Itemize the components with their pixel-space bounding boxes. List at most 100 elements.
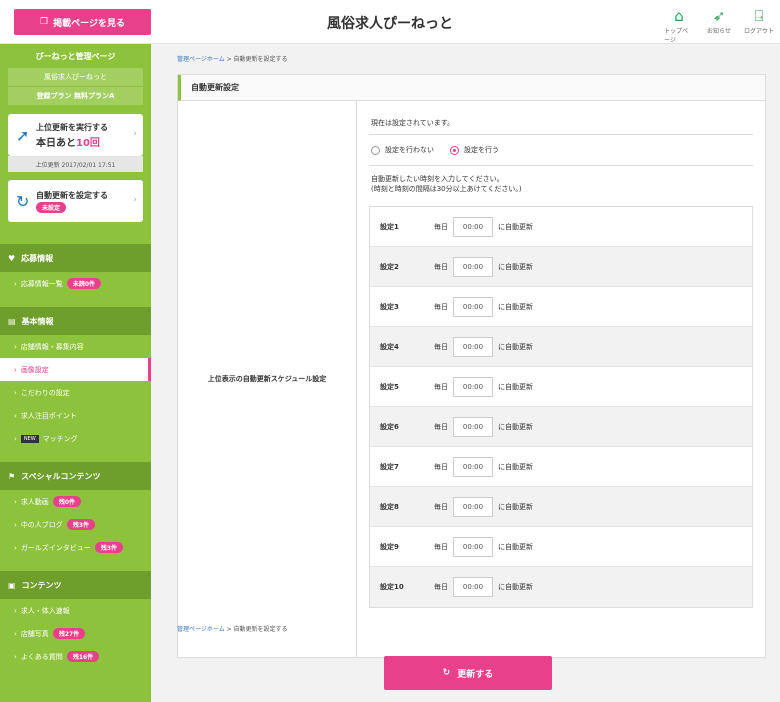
schedule-time-input[interactable]: [453, 216, 493, 237]
schedule-every: 毎日: [434, 382, 448, 391]
shop-name: 風俗求人ぴーねっと: [8, 68, 143, 87]
schedule-time-input[interactable]: [453, 336, 493, 357]
top-page-link[interactable]: ⌂ トップページ: [664, 6, 694, 44]
schedule-every: 毎日: [434, 542, 448, 551]
schedule-suffix: に自動更新: [498, 422, 533, 431]
sidebar-item-label: 応募情報一覧: [20, 279, 63, 288]
schedule-time-input[interactable]: [453, 376, 493, 397]
instruction-line-1: 自動更新したい時刻を入力してください。: [371, 175, 504, 183]
schedule-every: 毎日: [434, 583, 448, 591]
section-special: ⚑ スペシャルコンテンツ: [0, 462, 151, 490]
sidebar-item-applications[interactable]: › 応募情報一覧 未読0件: [0, 272, 151, 295]
refresh-icon: ↻: [16, 192, 30, 211]
logout-link[interactable]: ⍈ ログアウト: [744, 6, 774, 44]
schedule-name: 設定1: [380, 222, 399, 231]
section-title: コンテンツ: [21, 580, 62, 590]
chevron-right-icon: ›: [133, 129, 137, 139]
sidebar-item-video[interactable]: › 求人動画 残0件: [0, 490, 151, 513]
auto-update-label: 自動更新を設定する: [36, 190, 108, 200]
plan-label: 登録プラン 無料プランA: [8, 87, 143, 106]
page-icon: ❐: [40, 17, 49, 27]
main-content: 管理ページホーム > 自動更新を設定する 自動更新設定 上位表示の自動更新スケジ…: [151, 44, 780, 702]
sidebar-item-label: 店舗写真: [20, 629, 49, 638]
news-link[interactable]: ➶ お知らせ: [704, 6, 734, 44]
sidebar-item-news[interactable]: › 求人・体入速報: [0, 599, 151, 622]
schedule-name: 設定7: [380, 462, 399, 471]
count-badge: 残3件: [94, 542, 123, 553]
top-update-label: 上位更新を実行する: [36, 122, 108, 132]
schedule-time-input[interactable]: [453, 296, 493, 317]
schedule-time-input[interactable]: [453, 256, 493, 277]
refresh-icon: ↻: [442, 668, 451, 678]
schedule-suffix: に自動更新: [498, 262, 533, 271]
instruction-line-2: (時刻と時刻の間隔は30分以上あけてください。): [371, 185, 522, 193]
remaining-count: 10回: [76, 137, 100, 149]
schedule-name: 設定6: [380, 422, 399, 431]
sidebar-item-label: マッチング: [42, 434, 78, 443]
view-listing-button[interactable]: ❐ 掲載ページを見る: [14, 9, 151, 35]
breadcrumb-home-link[interactable]: 管理ページホーム: [177, 626, 225, 633]
update-button-label: 更新する: [457, 669, 494, 680]
radio-off-label: 設定を行わない: [385, 146, 434, 154]
remaining-prefix: 本日あと: [36, 137, 76, 149]
breadcrumb-home-link[interactable]: 管理ページホーム: [177, 56, 225, 63]
sidebar-item-matching[interactable]: › NEW マッチング: [0, 427, 151, 450]
admin-title: ぴーねっと管理ページ: [35, 51, 116, 61]
sidebar-item-interview[interactable]: › ガールズインタビュー 残3件: [0, 536, 151, 559]
sidebar-item-label: 中の人ブログ: [20, 520, 63, 529]
schedule-time-input[interactable]: [453, 456, 493, 477]
schedule-time-input[interactable]: [453, 416, 493, 437]
radio-circle: [371, 145, 380, 155]
schedule-every: 毎日: [434, 422, 448, 431]
sidebar-item-images[interactable]: › 画像設定: [0, 358, 151, 381]
sidebar-item-preferences[interactable]: › こだわりの設定: [0, 381, 151, 404]
current-status: 現在は設定されています。: [369, 111, 753, 135]
new-tag: NEW: [20, 434, 39, 443]
sidebar-item-blog[interactable]: › 中の人ブログ 残3件: [0, 513, 151, 536]
field-label: 上位表示の自動更新スケジュール設定: [178, 101, 357, 657]
instructions: 自動更新したい時刻を入力してください。 (時刻と時刻の間隔は30分以上あけてくだ…: [369, 165, 753, 194]
schedule-name: 設定9: [380, 542, 399, 551]
sidebar-item-label: 画像設定: [20, 365, 49, 374]
schedule-row: 設定8 毎日 に自動更新: [370, 487, 752, 527]
schedule-suffix: に自動更新: [498, 382, 533, 391]
chat-icon: ▣: [8, 580, 16, 590]
view-listing-label: 掲載ページを見る: [53, 18, 125, 29]
sidebar-item-points[interactable]: › 求人注目ポイント: [0, 404, 151, 427]
schedule-row: 設定3 毎日 に自動更新: [370, 287, 752, 327]
unset-badge: 未設定: [36, 201, 67, 213]
schedule-suffix: に自動更新: [498, 302, 533, 311]
flag-icon: ⚑: [8, 471, 16, 481]
count-badge: 残27件: [52, 628, 86, 639]
schedule-name: 設定3: [380, 302, 399, 311]
top-update-button[interactable]: ➚ 上位更新を実行する 本日あと10回 ›: [8, 114, 143, 156]
logout-label: ログアウト: [744, 28, 775, 35]
schedule-time-input[interactable]: [453, 496, 493, 517]
section-basic: ▤ 基本情報: [0, 307, 151, 335]
chevron-right-icon: ›: [133, 195, 137, 205]
schedule-suffix: に自動更新: [498, 583, 533, 591]
sidebar-item-faq[interactable]: › よくある質問 残16件: [0, 645, 151, 668]
last-update-time: 上位更新 2017/02/01 17:51: [8, 156, 143, 172]
radio-off[interactable]: 設定を行わない: [371, 145, 434, 155]
schedule-row: 設定10 毎日 に自動更新: [370, 567, 752, 607]
header: ❐ 掲載ページを見る 風俗求人ぴーねっと ⌂ トップページ ➶ お知らせ ⍈ ログアウ…: [0, 0, 780, 44]
schedule-every: 毎日: [434, 222, 448, 231]
radio-circle-checked: [450, 145, 459, 155]
section-application: ♥ 応募情報: [0, 244, 151, 272]
update-button[interactable]: ↻ 更新する: [384, 656, 552, 690]
radio-group: 設定を行わない 設定を行う: [369, 135, 753, 165]
auto-update-button[interactable]: ↻ 自動更新を設定する 未設定 ›: [8, 180, 143, 222]
schedule-suffix: に自動更新: [498, 462, 533, 471]
schedule-time-input[interactable]: [453, 577, 493, 597]
sidebar-item-label: ガールズインタビュー: [20, 543, 91, 552]
schedule-row: 設定6 毎日 に自動更新: [370, 407, 752, 447]
section-title: スペシャルコンテンツ: [21, 471, 101, 481]
document-icon: ▤: [8, 316, 16, 326]
sidebar-item-label: 求人動画: [20, 497, 49, 506]
sidebar-item-shop-info[interactable]: › 店舗情報・募集内容: [0, 335, 151, 358]
radio-on[interactable]: 設定を行う: [450, 145, 499, 155]
schedule-time-input[interactable]: [453, 536, 493, 557]
sidebar-item-photos[interactable]: › 店舗写真 残27件: [0, 622, 151, 645]
news-label: お知らせ: [707, 28, 731, 35]
